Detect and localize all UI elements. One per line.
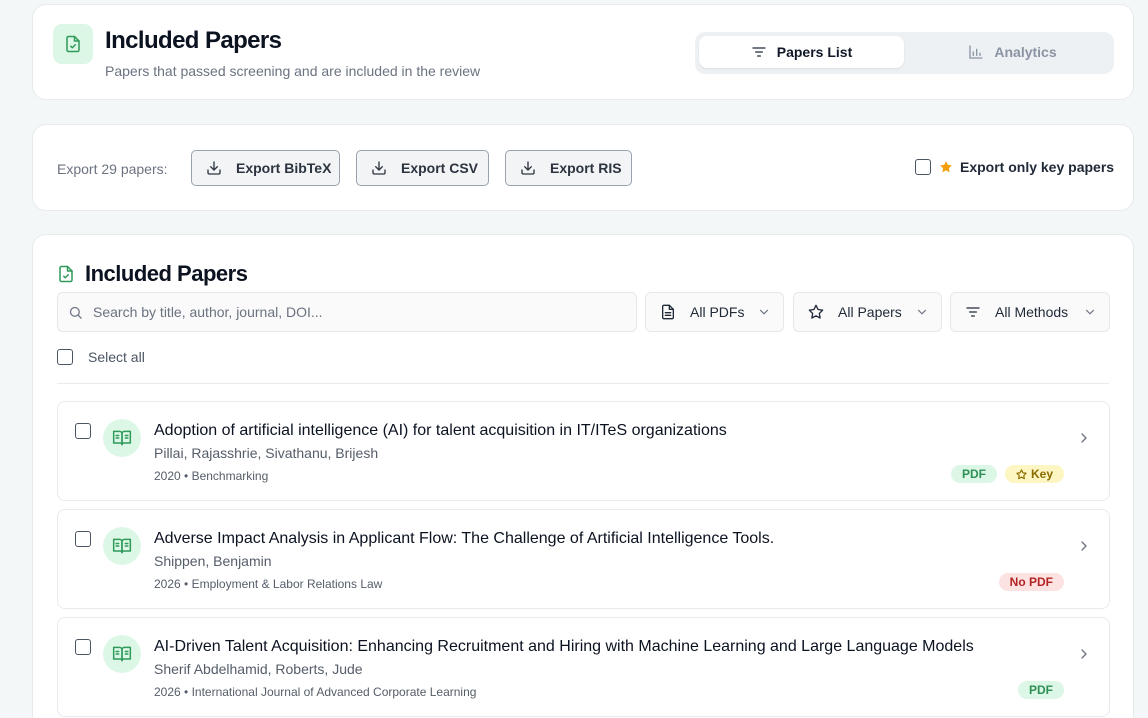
paper-title: AI-Driven Talent Acquisition: Enhancing …	[154, 638, 974, 655]
pdf-filter-dropdown[interactable]: All PDFs	[645, 292, 784, 332]
chevron-down-icon	[1085, 309, 1095, 315]
export-bibtex-button[interactable]: Export BibTeX	[191, 150, 340, 186]
key-badge-label: Key	[1030, 467, 1053, 481]
paper-badges: PDF Key	[950, 465, 1064, 483]
bar-chart-icon	[969, 45, 984, 59]
star-filled-icon	[940, 161, 952, 173]
search-input[interactable]: Search by title, author, journal, DOI...	[57, 292, 637, 332]
export-ris-button[interactable]: Export RIS	[505, 150, 632, 186]
export-csv-label: Export CSV	[401, 160, 479, 176]
paper-list-item[interactable]: AI-Driven Talent Acquisition: Enhancing …	[57, 617, 1110, 717]
filter-lines-icon	[752, 47, 766, 57]
book-open-icon	[103, 635, 141, 673]
tab-analytics[interactable]: Analytics	[915, 36, 1110, 68]
paper-checkbox[interactable]	[75, 639, 91, 655]
page-title: Included Papers	[105, 27, 282, 54]
paper-title: Adoption of artificial intelligence (AI)…	[154, 422, 727, 439]
chevron-right-icon	[1081, 541, 1087, 551]
export-bibtex-label: Export BibTeX	[236, 160, 332, 176]
tab-papers-list[interactable]: Papers List	[699, 36, 904, 68]
chevron-right-icon	[1081, 649, 1087, 659]
pdf-badge: PDF	[1018, 681, 1064, 699]
file-icon	[662, 304, 674, 320]
key-filter-dropdown[interactable]: All Papers	[793, 292, 942, 332]
file-check-icon	[53, 24, 93, 64]
key-badge: Key	[1004, 465, 1064, 483]
page-header-card: Included Papers Papers that passed scree…	[32, 4, 1134, 100]
export-card: Export 29 papers: Export BibTeX Export C…	[32, 124, 1134, 211]
book-open-icon	[103, 419, 141, 457]
export-key-only-label: Export only key papers	[960, 159, 1115, 175]
book-open-icon	[103, 527, 141, 565]
search-icon	[69, 306, 82, 319]
export-count-label: Export 29 papers:	[57, 161, 168, 177]
paper-meta: 2020 • Benchmarking	[154, 469, 269, 483]
key-filter-label: All Papers	[838, 304, 902, 320]
section-title-label: Included Papers	[85, 261, 248, 286]
no-pdf-badge: No PDF	[998, 573, 1064, 591]
export-key-only-checkbox[interactable]	[915, 159, 931, 175]
export-key-only-option: Export only key papers	[915, 159, 1114, 175]
paper-badges: PDF	[1018, 681, 1064, 699]
download-icon	[207, 161, 221, 175]
tab-analytics-label: Analytics	[994, 44, 1057, 60]
view-tabs: Papers List Analytics	[695, 32, 1114, 74]
file-check-icon	[59, 265, 73, 283]
divider	[57, 383, 1109, 384]
chevron-down-icon	[917, 309, 927, 315]
pdf-filter-label: All PDFs	[690, 304, 745, 320]
paper-title: Adverse Impact Analysis in Applicant Flo…	[154, 530, 775, 547]
chevron-right-icon	[1081, 433, 1087, 443]
select-all-checkbox[interactable]	[57, 349, 73, 365]
select-all-label: Select all	[88, 349, 145, 365]
method-filter-label: All Methods	[995, 304, 1069, 320]
paper-list-item[interactable]: Adverse Impact Analysis in Applicant Flo…	[57, 509, 1110, 609]
section-title: Included Papers	[57, 261, 248, 287]
export-csv-button[interactable]: Export CSV	[356, 150, 489, 186]
paper-list-item[interactable]: Adoption of artificial intelligence (AI)…	[57, 401, 1110, 501]
paper-checkbox[interactable]	[75, 423, 91, 439]
star-icon	[1016, 468, 1027, 479]
filter-lines-icon	[966, 307, 980, 317]
method-filter-dropdown[interactable]: All Methods	[950, 292, 1110, 332]
paper-checkbox[interactable]	[75, 531, 91, 547]
paper-authors: Shippen, Benjamin	[154, 553, 272, 569]
download-icon	[372, 161, 386, 175]
paper-meta: 2026 • International Journal of Advanced…	[154, 685, 477, 699]
download-icon	[521, 161, 535, 175]
pdf-badge: PDF	[950, 465, 997, 483]
star-icon	[808, 304, 824, 319]
page-subtitle: Papers that passed screening and are inc…	[105, 63, 481, 79]
papers-list-card: Included Papers Search by title, author,…	[32, 234, 1134, 718]
search-placeholder: Search by title, author, journal, DOI...	[93, 304, 323, 320]
select-all-row: Select all	[57, 349, 145, 365]
paper-badges: No PDF	[998, 573, 1064, 591]
export-ris-label: Export RIS	[550, 160, 622, 176]
paper-authors: Pillai, Rajasshrie, Sivathanu, Brijesh	[154, 445, 379, 461]
paper-authors: Sherif Abdelhamid, Roberts, Jude	[154, 661, 363, 677]
chevron-down-icon	[759, 309, 769, 315]
paper-meta: 2026 • Employment & Labor Relations Law	[154, 577, 383, 591]
tab-papers-list-label: Papers List	[776, 44, 853, 60]
